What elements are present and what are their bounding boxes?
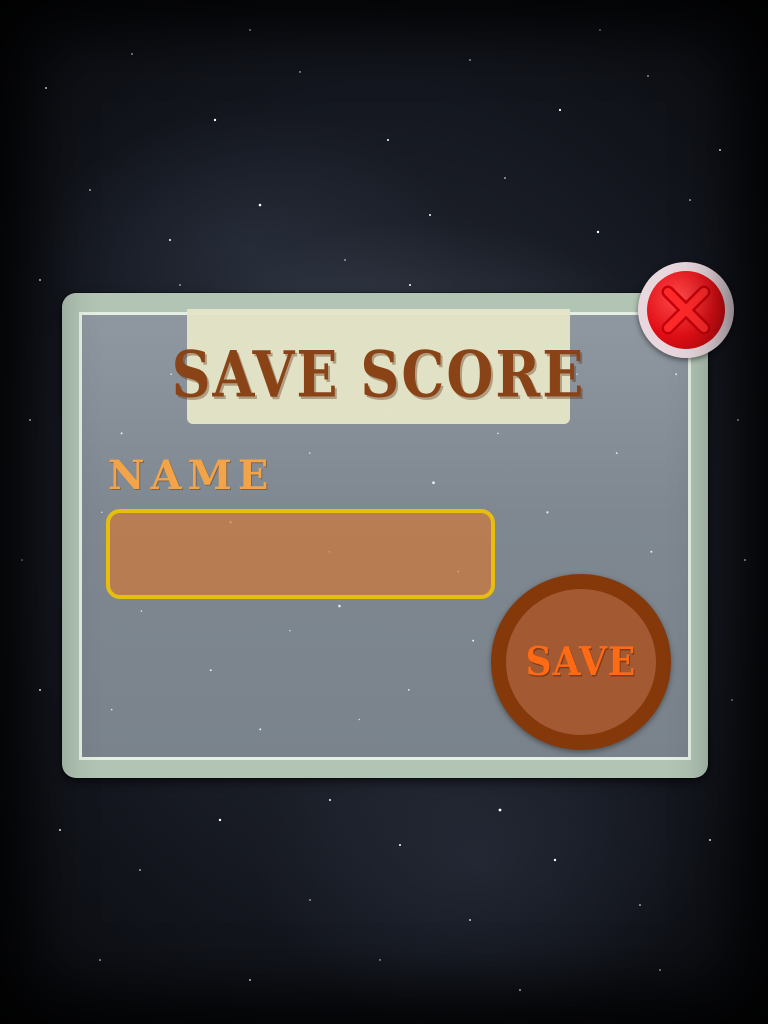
name-label: NAME bbox=[108, 452, 275, 499]
name-input[interactable] bbox=[106, 509, 495, 599]
close-x-icon bbox=[661, 285, 711, 335]
dialog-title: SAVE SCORE bbox=[171, 335, 586, 412]
close-button[interactable] bbox=[638, 262, 734, 358]
close-button-disc bbox=[647, 271, 725, 349]
title-plate: SAVE SCORE bbox=[172, 309, 583, 424]
save-button-label: SAVE bbox=[525, 638, 637, 686]
save-button[interactable]: SAVE bbox=[491, 574, 671, 750]
save-button-face: SAVE bbox=[506, 589, 656, 735]
game-screen: SAVE SCORE NAME SAVE bbox=[0, 0, 768, 1024]
